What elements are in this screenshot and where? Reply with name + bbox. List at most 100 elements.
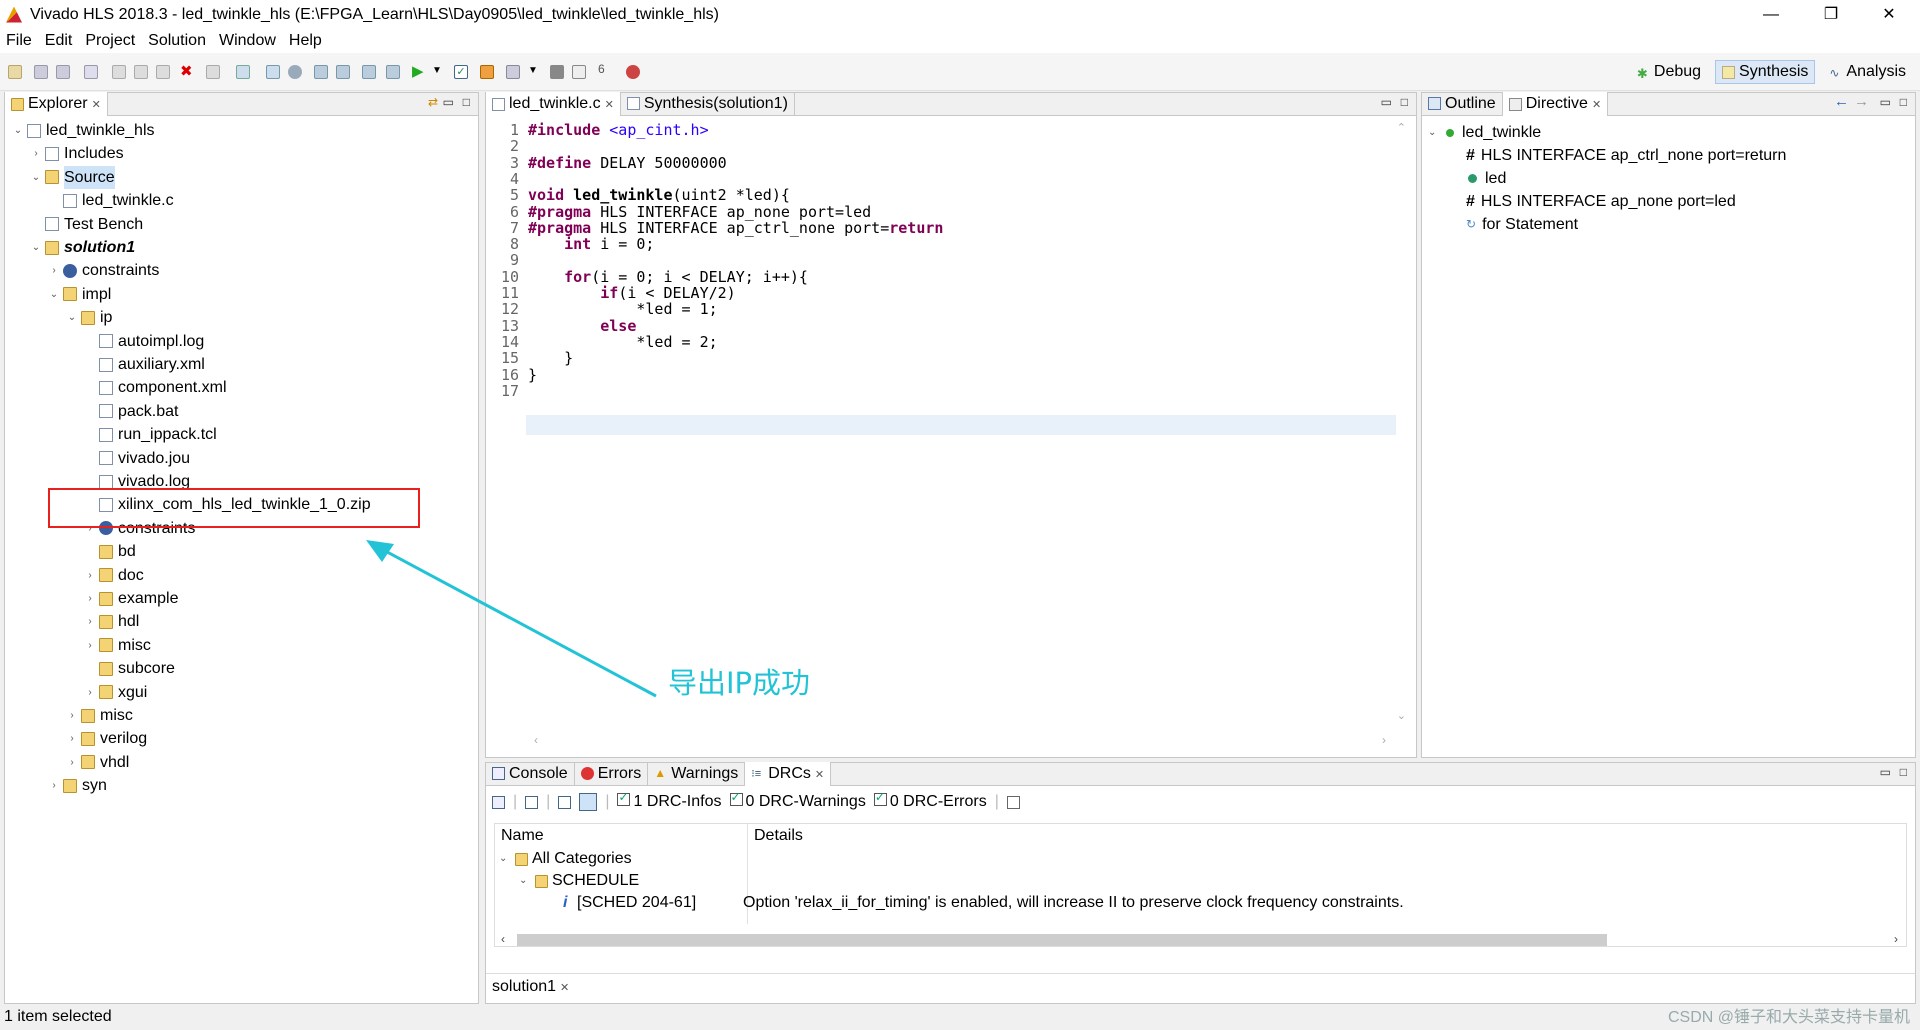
minimize-button[interactable]: —	[1748, 0, 1794, 29]
tree-item[interactable]: ⌄ led_twinkle_hls	[11, 119, 155, 142]
filter-errors[interactable]: 0 DRC-Errors	[873, 790, 987, 811]
chevron-right-icon[interactable]: ›	[83, 681, 97, 704]
tree-item[interactable]: vivado.jou	[83, 447, 190, 470]
debug-icon[interactable]	[626, 65, 640, 79]
menu-file[interactable]: File	[6, 32, 32, 50]
tree-item[interactable]: › constraints	[47, 259, 159, 282]
save-icon[interactable]	[34, 65, 48, 79]
tree-item[interactable]: › misc	[83, 634, 151, 657]
tree-item[interactable]: Test Bench	[29, 213, 143, 236]
tree-item[interactable]: › syn	[47, 774, 107, 797]
code-line[interactable]: for(i = 0; i < DELAY; i++){	[528, 268, 808, 286]
chevron-down-icon[interactable]: ⌄	[29, 166, 43, 189]
expand-all-icon[interactable]	[558, 795, 572, 809]
scroll-up-icon[interactable]: ⌃	[1397, 121, 1406, 134]
close-tab-icon[interactable]: ✕	[560, 981, 569, 994]
chevron-right-icon[interactable]: ›	[83, 564, 97, 587]
close-tab-icon[interactable]: ✕	[1592, 98, 1601, 111]
tree-item[interactable]: subcore	[83, 657, 175, 680]
compare-dropdown-icon[interactable]: ▼	[528, 65, 542, 79]
menu-window[interactable]: Window	[219, 32, 276, 50]
open-report-icon[interactable]	[386, 65, 400, 79]
chevron-right-icon[interactable]: ›	[65, 751, 79, 774]
menu-solution[interactable]: Solution	[148, 32, 206, 50]
terminate-icon[interactable]	[550, 65, 564, 79]
new-project-icon[interactable]	[8, 65, 22, 79]
maximize-view-icon[interactable]: □	[1401, 95, 1408, 109]
tree-item[interactable]: autoimpl.log	[83, 330, 204, 353]
cut-icon[interactable]	[112, 65, 126, 79]
table-row[interactable]: ⌄ All Categories	[499, 848, 632, 870]
tab-explorer[interactable]: Explorer ✕	[5, 92, 108, 116]
tree-item[interactable]: › verilog	[65, 727, 147, 750]
perspective-synthesis[interactable]: Synthesis	[1715, 60, 1816, 84]
tree-item[interactable]: › xgui	[83, 681, 147, 704]
tree-item[interactable]: pack.bat	[83, 400, 178, 423]
tree-item[interactable]: led_twinkle.c	[47, 189, 174, 212]
code-line[interactable]: int i = 0;	[528, 235, 654, 253]
run-synthesis-icon[interactable]: ▶	[412, 62, 426, 80]
solution-settings-icon[interactable]	[288, 65, 302, 79]
code-line[interactable]: else	[528, 317, 636, 335]
collapse-all-icon[interactable]	[525, 795, 539, 809]
code-line[interactable]: #include <ap_cint.h>	[528, 121, 709, 139]
restore-button[interactable]: ❐	[1808, 0, 1854, 29]
run-dropdown-icon[interactable]: ▼	[432, 65, 446, 79]
column-header-name[interactable]: Name	[495, 824, 544, 846]
scroll-left-icon[interactable]: ‹	[534, 733, 538, 747]
paste-icon[interactable]	[156, 65, 170, 79]
code-line[interactable]: #pragma HLS INTERFACE ap_ctrl_none port=…	[528, 219, 943, 237]
open-wave-icon[interactable]	[572, 65, 586, 79]
maximize-view-icon[interactable]: □	[1900, 765, 1907, 779]
menu-edit[interactable]: Edit	[45, 32, 73, 50]
scroll-down-icon[interactable]: ⌄	[1397, 709, 1406, 722]
chevron-right-icon[interactable]: ›	[47, 259, 61, 282]
outline-item[interactable]: ⌄ led_twinkle	[1428, 121, 1541, 144]
tab-console[interactable]: Console	[486, 762, 575, 785]
tree-item[interactable]: › example	[83, 587, 178, 610]
minimize-view-icon[interactable]: ▭	[1880, 765, 1891, 779]
code-line[interactable]: #define DELAY 50000000	[528, 154, 727, 172]
tree-item[interactable]: run_ippack.tcl	[83, 423, 217, 446]
code-line[interactable]: }	[528, 366, 537, 384]
outline-item[interactable]: led	[1466, 167, 1506, 190]
tree-item[interactable]: ⌄ impl	[47, 283, 112, 306]
tab-outline[interactable]: Outline	[1422, 92, 1503, 115]
scroll-left-icon[interactable]: ‹	[501, 932, 505, 946]
forward-arrow-icon[interactable]: →	[1854, 93, 1869, 110]
project-settings-icon[interactable]	[236, 65, 250, 79]
tree-item[interactable]: › Includes	[29, 142, 123, 165]
scroll-right-icon[interactable]: ›	[1382, 733, 1386, 747]
table-row[interactable]: i [SCHED 204-61] Option 'relax_ii_for_ti…	[563, 892, 1853, 914]
scroll-right-icon[interactable]: ›	[1894, 932, 1898, 946]
tree-item[interactable]: › doc	[83, 564, 143, 587]
minimize-view-icon[interactable]: ▭	[443, 95, 454, 109]
tab-solution1[interactable]: solution1 ✕	[486, 974, 1915, 1000]
tree-item[interactable]: auxiliary.xml	[83, 353, 205, 376]
c-simulation-icon[interactable]	[362, 65, 376, 79]
back-arrow-icon[interactable]: ←	[1834, 93, 1849, 110]
horizontal-scrollbar[interactable]	[517, 934, 1607, 946]
maximize-view-icon[interactable]: □	[1900, 95, 1907, 109]
code-line[interactable]: void led_twinkle(uint2 *led){	[528, 186, 790, 204]
chevron-down-icon[interactable]: ⌄	[29, 236, 43, 259]
close-button[interactable]: ✕	[1866, 0, 1912, 29]
code-line[interactable]: #pragma HLS INTERFACE ap_none port=led	[528, 203, 871, 221]
tree-item[interactable]: › hdl	[83, 610, 139, 633]
chevron-down-icon[interactable]: ⌄	[65, 306, 79, 329]
code-line[interactable]: if(i < DELAY/2)	[528, 284, 735, 302]
chevron-right-icon[interactable]: ›	[65, 727, 79, 750]
chevron-down-icon[interactable]: ⌄	[11, 119, 25, 142]
chevron-down-icon[interactable]: ⌄	[47, 283, 61, 306]
print-icon[interactable]	[84, 65, 98, 79]
index-testbench-icon[interactable]	[336, 65, 350, 79]
columns-icon[interactable]	[1006, 795, 1020, 809]
tree-item[interactable]: › vhdl	[65, 751, 129, 774]
save-all-icon[interactable]	[56, 65, 70, 79]
link-editor-icon[interactable]: ⇄	[428, 95, 438, 109]
chevron-right-icon[interactable]: ›	[83, 587, 97, 610]
outline-item[interactable]: # HLS INTERFACE ap_none port=led	[1466, 190, 1736, 213]
close-tab-icon[interactable]: ✕	[605, 98, 614, 111]
code-line[interactable]: }	[528, 349, 573, 367]
chevron-right-icon[interactable]: ›	[29, 142, 43, 165]
